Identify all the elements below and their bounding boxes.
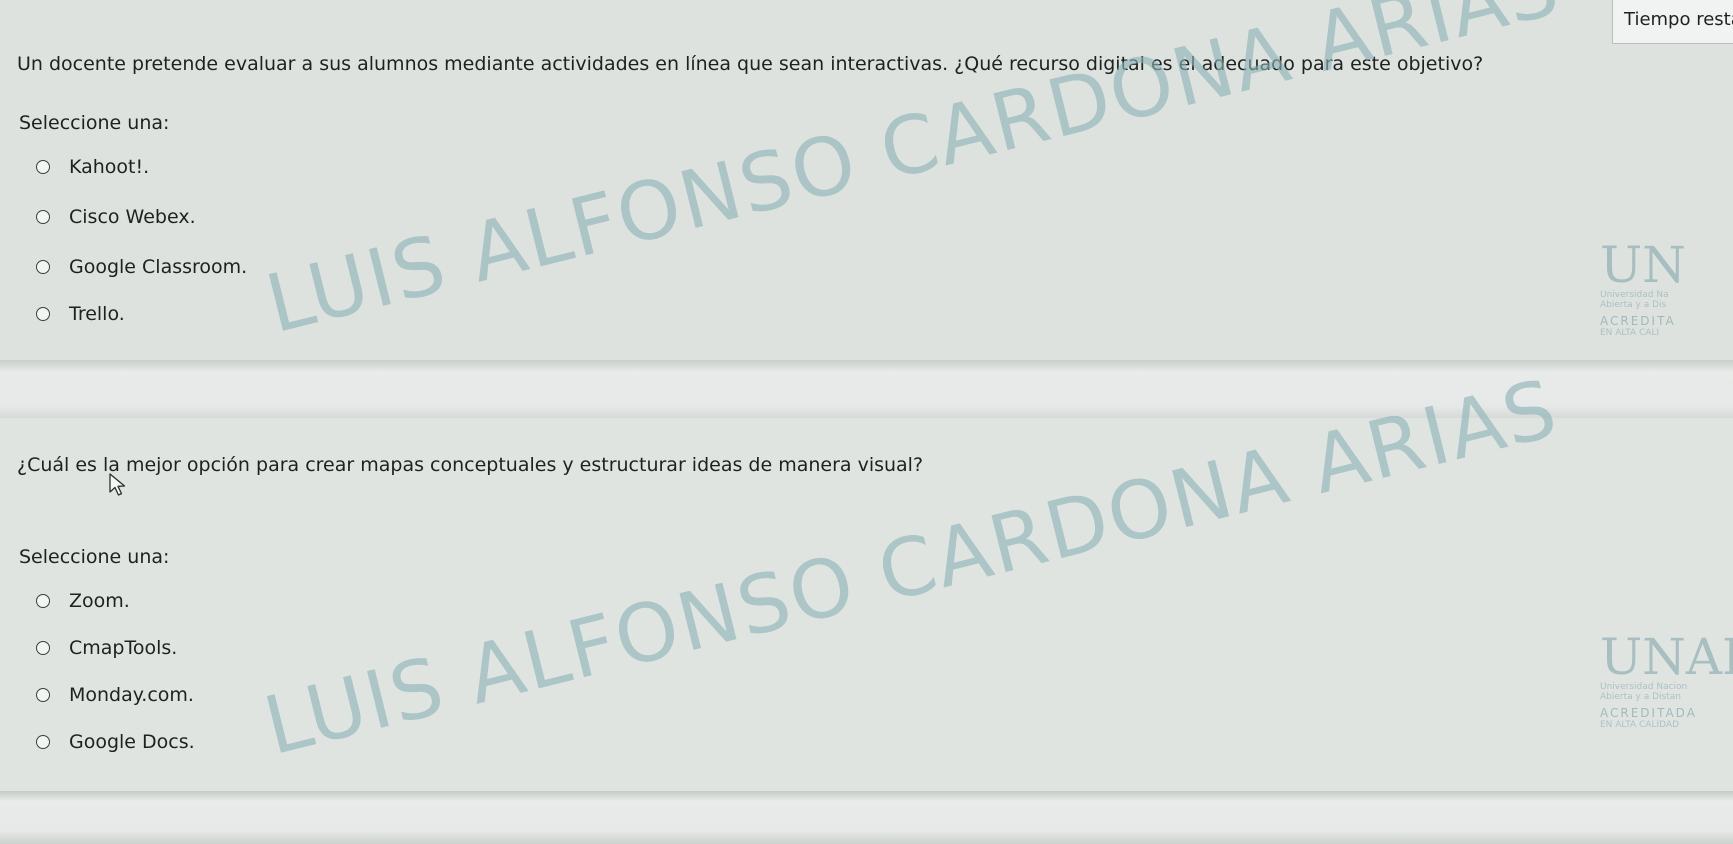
radio-unchecked-icon[interactable] <box>36 260 50 274</box>
question-2-option-google-docs[interactable]: Google Docs. <box>36 729 195 755</box>
option-label: Cisco Webex. <box>69 206 196 228</box>
question-1-option-google-classroom[interactable]: Google Classroom. <box>36 254 247 280</box>
question-1-option-kahoot[interactable]: Kahoot!. <box>36 154 149 180</box>
question-1-select-label: Seleccione una: <box>19 112 170 134</box>
option-label: Monday.com. <box>69 684 194 706</box>
question-1-option-cisco-webex[interactable]: Cisco Webex. <box>36 204 196 230</box>
radio-unchecked-icon[interactable] <box>36 594 50 608</box>
radio-unchecked-icon[interactable] <box>36 307 50 321</box>
option-label: CmapTools. <box>69 637 178 659</box>
question-separator <box>0 791 1733 844</box>
question-2-text: ¿Cuál es la mejor opción para crear mapa… <box>17 454 924 476</box>
question-card-2: ¿Cuál es la mejor opción para crear mapa… <box>0 418 1733 791</box>
question-separator <box>0 360 1733 418</box>
question-2-option-cmaptools[interactable]: CmapTools. <box>36 635 177 661</box>
option-label: Trello. <box>69 303 125 325</box>
option-label: Google Classroom. <box>69 256 248 278</box>
question-2-select-label: Seleccione una: <box>19 546 170 568</box>
question-1-option-trello[interactable]: Trello. <box>36 301 125 327</box>
radio-unchecked-icon[interactable] <box>36 641 50 655</box>
question-2-option-zoom[interactable]: Zoom. <box>36 588 130 614</box>
option-label: Google Docs. <box>69 731 195 753</box>
option-label: Kahoot!. <box>69 156 150 178</box>
radio-unchecked-icon[interactable] <box>36 735 50 749</box>
time-remaining-box: Tiempo restan <box>1612 0 1733 44</box>
option-label: Zoom. <box>69 590 130 612</box>
radio-unchecked-icon[interactable] <box>36 210 50 224</box>
question-2-option-monday[interactable]: Monday.com. <box>36 682 194 708</box>
mouse-pointer-icon <box>109 473 126 496</box>
radio-unchecked-icon[interactable] <box>36 688 50 702</box>
radio-unchecked-icon[interactable] <box>36 160 50 174</box>
question-1-text: Un docente pretende evaluar a sus alumno… <box>17 53 1484 75</box>
question-card-1: Un docente pretende evaluar a sus alumno… <box>0 0 1733 360</box>
